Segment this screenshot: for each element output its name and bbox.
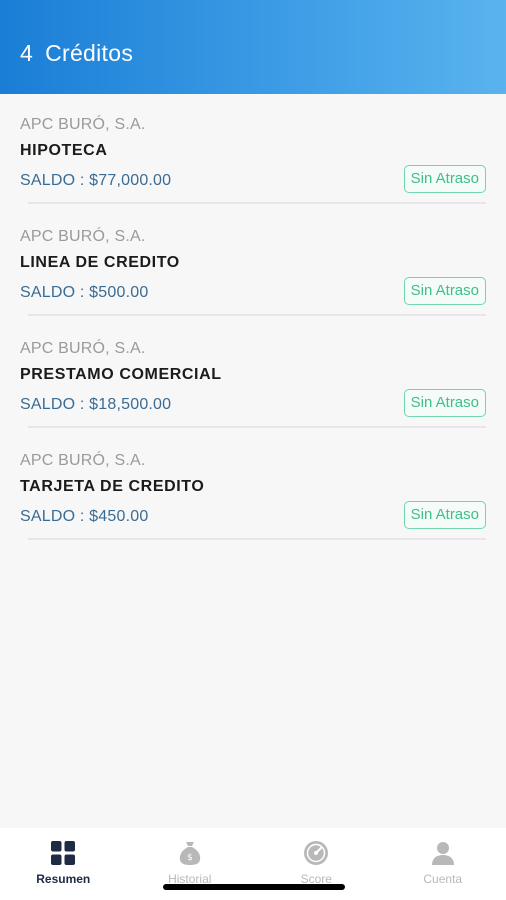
tab-label: Resumen <box>36 872 91 886</box>
lender-name: APC BURÓ, S.A. <box>20 340 146 357</box>
lender-name: APC BURÓ, S.A. <box>20 228 146 245</box>
grid-icon <box>51 841 76 865</box>
page-title: 4 Créditos <box>20 40 133 67</box>
product-name: PRESTAMO COMERCIAL <box>20 366 222 383</box>
money-bag-icon: $ <box>179 842 200 865</box>
product-name: HIPOTECA <box>20 142 108 159</box>
gauge-icon <box>304 841 329 865</box>
credit-count: 4 <box>20 40 34 66</box>
status-badge: Sin Atraso <box>403 277 486 305</box>
credit-card-hipoteca[interactable]: APC BURÓ, S.A. HIPOTECA SALDO : $77,000.… <box>10 94 488 206</box>
tab-cuenta[interactable]: Cuenta <box>380 828 506 900</box>
credit-card-tarjeta-de-credito[interactable]: APC BURÓ, S.A. TARJETA DE CREDITO SALDO … <box>10 430 488 542</box>
balance-text: SALDO : $500.00 <box>20 284 149 301</box>
credit-list: APC BURÓ, S.A. HIPOTECA SALDO : $77,000.… <box>0 94 506 542</box>
home-indicator <box>163 884 345 890</box>
divider <box>28 538 486 540</box>
credit-card-prestamo-comercial[interactable]: APC BURÓ, S.A. PRESTAMO COMERCIAL SALDO … <box>10 318 488 430</box>
lender-name: APC BURÓ, S.A. <box>20 452 146 469</box>
product-name: LINEA DE CREDITO <box>20 254 180 271</box>
app-header: 4 Créditos <box>0 0 506 94</box>
balance-text: SALDO : $77,000.00 <box>20 172 172 189</box>
tab-label: Cuenta <box>423 872 463 886</box>
divider <box>28 426 486 428</box>
product-name: TARJETA DE CREDITO <box>20 478 205 495</box>
title-text: Créditos <box>45 40 134 66</box>
divider <box>28 314 486 316</box>
balance-text: SALDO : $18,500.00 <box>20 396 172 413</box>
balance-text: SALDO : $450.00 <box>20 508 149 525</box>
lender-name: APC BURÓ, S.A. <box>20 116 146 133</box>
status-badge: Sin Atraso <box>403 165 486 193</box>
status-badge: Sin Atraso <box>403 389 486 417</box>
divider <box>28 202 486 204</box>
tab-resumen[interactable]: Resumen <box>0 828 127 900</box>
svg-text:$: $ <box>187 853 193 863</box>
status-badge: Sin Atraso <box>403 501 486 529</box>
credit-card-linea-de-credito[interactable]: APC BURÓ, S.A. LINEA DE CREDITO SALDO : … <box>10 206 488 318</box>
user-icon <box>431 842 454 865</box>
